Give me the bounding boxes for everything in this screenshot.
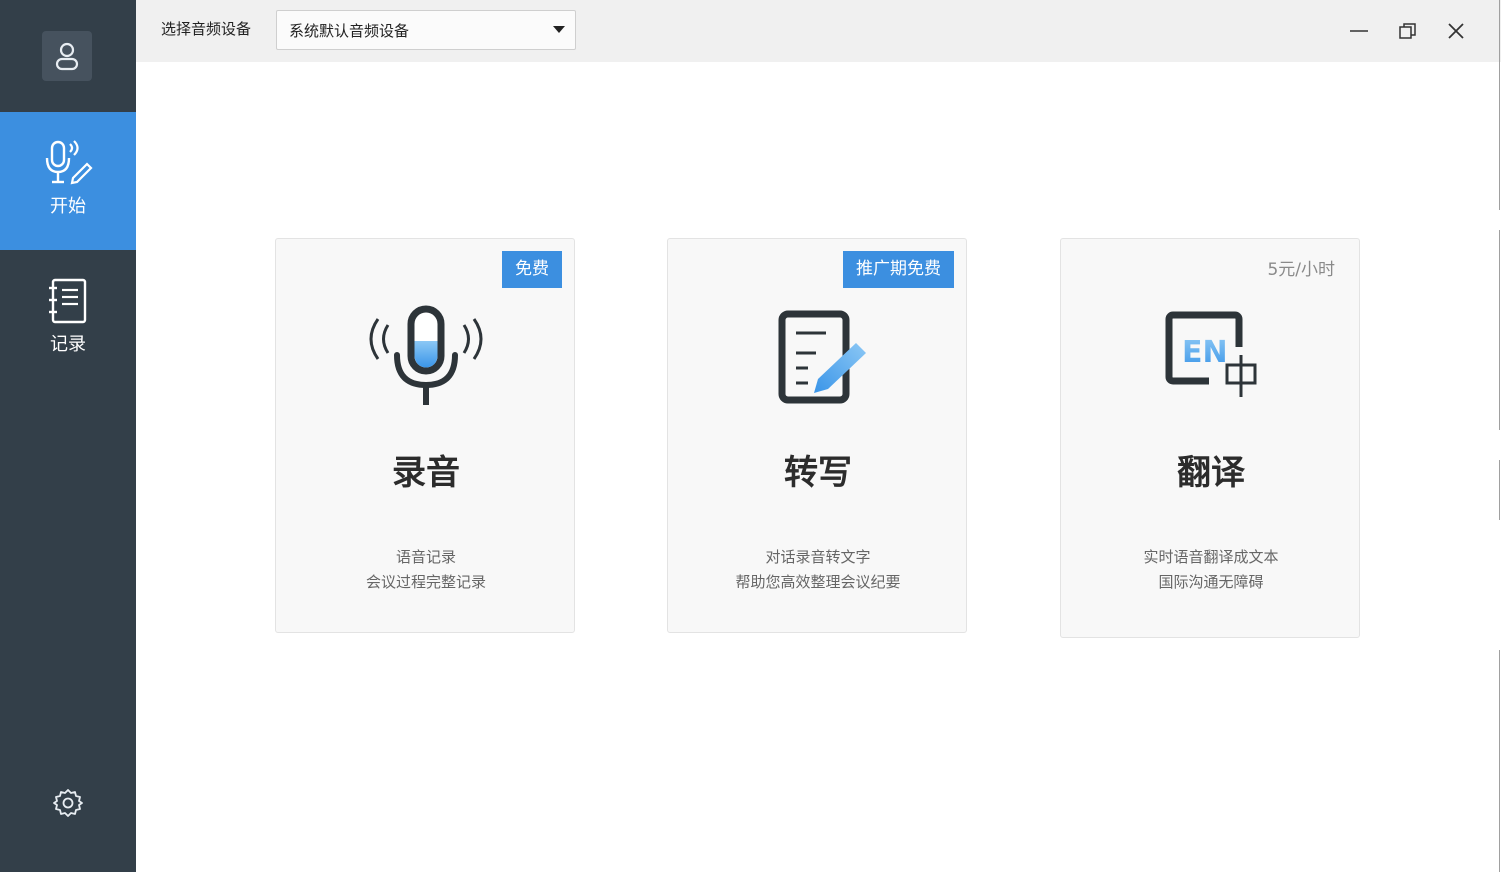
translate-card[interactable]: 5元/小时 EN 翻译 实时语音翻译成文本 国际沟通无障碍 [1060,238,1360,638]
minimize-button[interactable] [1339,12,1379,50]
card-title: 转写 [784,453,852,493]
close-icon [1448,23,1464,39]
card-description: 语音记录 会议过程完整记录 [276,545,576,595]
settings-button[interactable] [51,786,85,820]
card-desc-line: 语音记录 [395,548,456,566]
svg-text:EN: EN [1182,335,1228,370]
card-desc-line: 会议过程完整记录 [365,573,486,591]
promo-free-badge: 推广期免费 [843,251,954,288]
card-title: 翻译 [1177,453,1245,493]
minimize-icon [1350,30,1368,32]
sidebar: 开始 记录 [0,0,136,872]
notebook-icon [49,278,87,324]
document-pen-icon [778,310,866,404]
sidebar-item-label: 开始 [50,196,86,217]
card-description: 实时语音翻译成文本 国际沟通无障碍 [1061,545,1361,595]
card-description: 对话录音转文字 帮助您高效整理会议纪要 [668,545,968,595]
restore-icon [1399,23,1416,39]
free-badge: 免费 [502,251,562,288]
sidebar-item-start[interactable]: 开始 [0,112,136,250]
en-zh-translate-icon: EN [1165,311,1257,397]
sidebar-item-records[interactable]: 记录 [0,250,136,388]
card-desc-line: 对话录音转文字 [765,548,871,566]
avatar[interactable] [42,31,92,81]
device-select-label: 选择音频设备 [161,20,252,38]
audio-device-value: 系统默认音频设备 [289,22,410,40]
title-bar: 选择音频设备 系统默认音频设备 [136,0,1501,62]
card-desc-line: 国际沟通无障碍 [1158,573,1264,591]
close-button[interactable] [1436,12,1476,50]
sidebar-item-label: 记录 [50,334,86,355]
transcribe-card[interactable]: 推广期免费 转写 对话录音转文字 帮助您高效整理会议纪要 [667,238,967,633]
restore-button[interactable] [1388,12,1428,50]
microphone-icon [369,305,483,405]
card-title: 录音 [392,453,460,493]
user-icon [55,42,79,71]
record-card[interactable]: 免费 录音 语音记录 会议过程完整记录 [275,238,575,633]
chevron-down-icon [553,26,565,33]
card-desc-line: 实时语音翻译成文本 [1143,548,1279,566]
gear-icon [53,789,83,817]
audio-device-select[interactable]: 系统默认音频设备 [276,10,576,50]
card-desc-line: 帮助您高效整理会议纪要 [735,573,901,591]
price-label: 5元/小时 [1267,260,1335,280]
microphone-pen-icon [45,140,93,185]
